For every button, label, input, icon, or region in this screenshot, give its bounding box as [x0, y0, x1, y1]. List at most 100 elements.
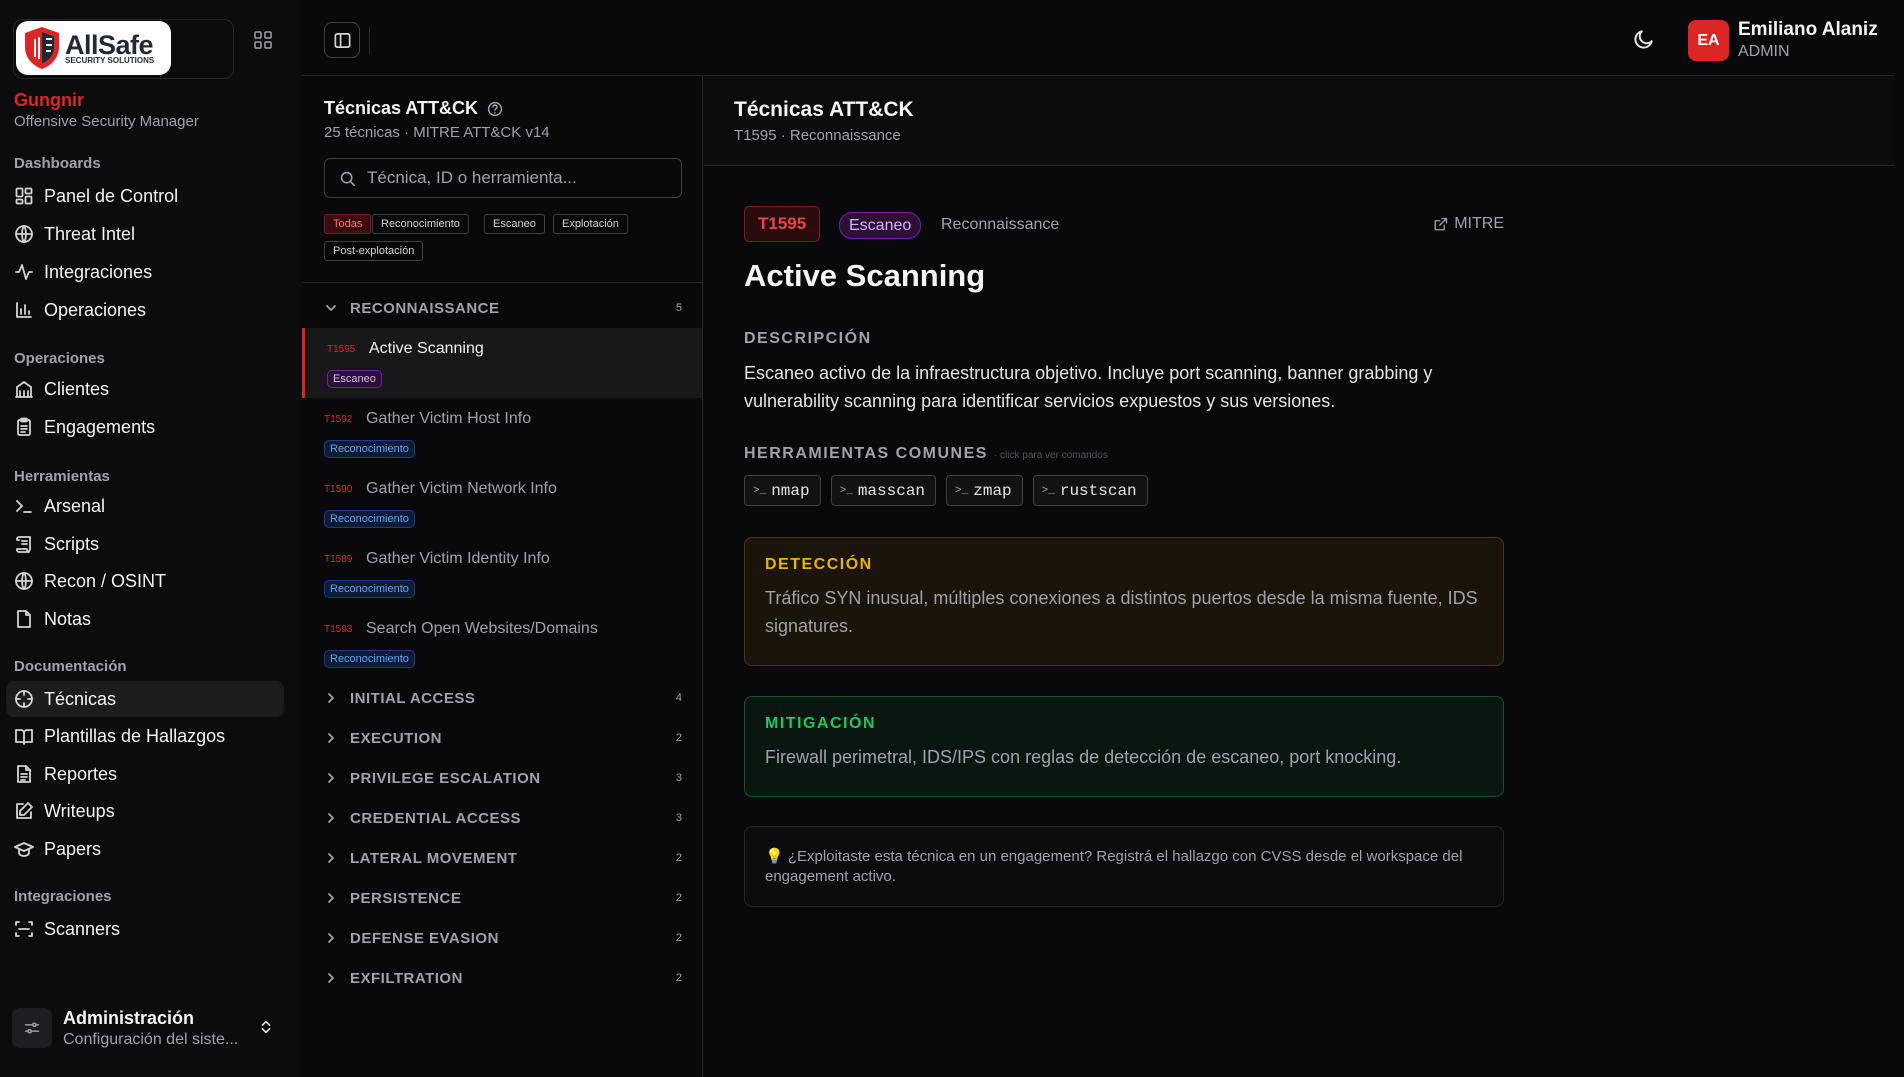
technique-id: T1593: [324, 624, 353, 635]
tool-chip-nmap[interactable]: >_ nmap: [744, 475, 821, 506]
filter-chip-todas[interactable]: Todas: [324, 214, 372, 234]
sidebar-item-panel-de-control[interactable]: Panel de Control: [6, 178, 284, 214]
nav-section-documentacion: Documentación: [14, 658, 127, 675]
allsafe-logo: AllSafe SECURITY SOLUTIONS: [16, 21, 171, 75]
category-privilege-escalation[interactable]: PRIVILEGE ESCALATION 3: [302, 758, 702, 798]
category-reconnaissance[interactable]: RECONNAISSANCE 5: [302, 288, 702, 328]
note-icon: [17, 610, 31, 628]
category-name: EXFILTRATION: [350, 969, 463, 987]
category-exfiltration[interactable]: EXFILTRATION 2: [302, 958, 702, 998]
nav-section-dashboards: Dashboards: [14, 155, 101, 172]
category-count: 5: [675, 302, 682, 314]
user-role: ADMIN: [1738, 43, 1790, 60]
technique-name: Gather Victim Identity Info: [366, 550, 550, 567]
tool-name: zmap: [973, 481, 1012, 500]
filter-chip-explotacion[interactable]: Explotación: [553, 214, 628, 234]
sidebar-item-label: Recon / OSINT: [44, 570, 167, 591]
technique-title: Active Scanning: [744, 258, 986, 293]
tool-chip-masscan[interactable]: >_ masscan: [830, 475, 937, 506]
terminal-icon: [16, 500, 32, 513]
sidebar-item-label: Notas: [44, 608, 92, 629]
org-switcher[interactable]: AllSafe SECURITY SOLUTIONS: [13, 19, 234, 79]
sidebar-item-scanners[interactable]: Scanners: [6, 911, 284, 947]
category-count: 4: [675, 692, 682, 704]
sidebar-item-writeups[interactable]: Writeups: [6, 793, 284, 829]
sidebar-item-label: Operaciones: [44, 299, 147, 320]
avatar[interactable]: EA: [1688, 20, 1729, 61]
technique-category-badge: Escaneo: [839, 212, 922, 239]
tip-box: 💡 ¿Exploitaste esta técnica en un engage…: [744, 826, 1504, 907]
category-defense-evasion[interactable]: DEFENSE EVASION 2: [302, 918, 702, 958]
technique-item-t1592[interactable]: T1592 Gather Victim Host Info Reconocimi…: [302, 398, 702, 468]
help-circle-icon[interactable]: [487, 101, 503, 117]
mitre-link[interactable]: MITRE: [1433, 215, 1504, 233]
mitigation-label: MITIGACIÓN: [765, 715, 876, 732]
category-execution[interactable]: EXECUTION 2: [302, 718, 702, 758]
sidebar-item-reportes[interactable]: Reportes: [6, 756, 284, 792]
category-name: DEFENSE EVASION: [350, 929, 499, 947]
technique-name: Gather Victim Network Info: [366, 480, 557, 497]
technique-id: T1590: [324, 484, 353, 495]
theme-toggle-moon-icon[interactable]: [1633, 28, 1655, 50]
description-label: DESCRIPCIÓN: [744, 330, 872, 347]
technique-item-t1590[interactable]: T1590 Gather Victim Network Info Reconoc…: [302, 468, 702, 538]
sidebar-item-clientes[interactable]: Clientes: [6, 371, 284, 407]
detail-header: Técnicas ATT&CK T1595 · Reconnaissance: [704, 75, 1894, 166]
chevron-down-icon: [326, 305, 336, 311]
tool-chip-zmap[interactable]: >_ zmap: [946, 475, 1023, 506]
category-lateral-movement[interactable]: LATERAL MOVEMENT 2: [302, 838, 702, 878]
crosshair-icon: [15, 690, 33, 708]
tool-chip-rustscan[interactable]: >_ rustscan: [1032, 475, 1148, 506]
sidebar-item-integraciones[interactable]: Integraciones: [6, 254, 284, 290]
sliders-icon: [12, 1008, 52, 1048]
search-input[interactable]: [367, 168, 667, 188]
filter-chip-escaneo[interactable]: Escaneo: [484, 214, 545, 234]
category-persistence[interactable]: PERSISTENCE 2: [302, 878, 702, 918]
sidebar-item-scripts[interactable]: Scripts: [6, 526, 284, 562]
technique-tactic: Reconnaissance: [941, 216, 1060, 233]
technique-item-t1593[interactable]: T1593 Search Open Websites/Domains Recon…: [302, 608, 702, 678]
detection-label: DETECCIÓN: [765, 556, 873, 573]
sidebar-item-notas[interactable]: Notas: [6, 601, 284, 637]
search-box[interactable]: [324, 158, 682, 198]
sidebar-item-operaciones[interactable]: Operaciones: [6, 292, 284, 328]
sidebar-item-label: Plantillas de Hallazgos: [44, 725, 226, 746]
technique-item-t1589[interactable]: T1589 Gather Victim Identity Info Recono…: [302, 538, 702, 608]
chevron-right-icon: [328, 813, 334, 823]
sidebar-item-label: Engagements: [44, 416, 156, 437]
category-count: 2: [675, 732, 682, 744]
sidebar-item-label: Clientes: [44, 378, 110, 399]
technique-badge: Reconocimiento: [324, 440, 415, 458]
technique-item-t1595[interactable]: T1595 Active Scanning Escaneo: [302, 328, 702, 398]
scan-icon: [15, 921, 33, 937]
sidebar-item-recon-osint[interactable]: Recon / OSINT: [6, 563, 284, 599]
category-credential-access[interactable]: CREDENTIAL ACCESS 3: [302, 798, 702, 838]
apps-grid-icon[interactable]: [253, 30, 273, 50]
list-divider: [302, 282, 702, 283]
sidebar-item-engagements[interactable]: Engagements: [6, 409, 284, 445]
technique-list-panel: Técnicas ATT&CK 25 técnicas · MITRE ATT&…: [302, 75, 703, 1077]
admin-menu[interactable]: Administración Configuración del siste..…: [12, 1002, 287, 1054]
category-name: PERSISTENCE: [350, 889, 462, 907]
list-subtitle: 25 técnicas · MITRE ATT&CK v14: [324, 124, 550, 141]
sidebar-item-threat-intel[interactable]: Threat Intel: [6, 216, 284, 252]
technique-badge: Reconocimiento: [324, 510, 415, 528]
sidebar-item-papers[interactable]: Papers: [6, 831, 284, 867]
admin-title: Administración: [63, 1007, 195, 1028]
sidebar-item-arsenal[interactable]: Arsenal: [6, 488, 284, 524]
globe-icon: [15, 225, 33, 243]
category-initial-access[interactable]: INITIAL ACCESS 4: [302, 678, 702, 718]
sidebar-item-plantillas-de-hallazgos[interactable]: Plantillas de Hallazgos: [6, 718, 284, 754]
sidebar-toggle-button[interactable]: [324, 22, 360, 58]
admin-subtitle: Configuración del siste...: [63, 1030, 239, 1048]
filter-chip-post-explotacion[interactable]: Post-explotación: [324, 241, 424, 261]
sidebar-item-label: Panel de Control: [44, 185, 179, 206]
panel-left-icon: [334, 32, 350, 48]
filter-chip-reconocimiento[interactable]: Reconocimiento: [372, 214, 469, 234]
sidebar-item-tecnicas[interactable]: Técnicas: [6, 681, 284, 717]
bar-chart-icon: [16, 302, 32, 318]
book-icon: [15, 729, 33, 745]
tool-name: nmap: [771, 481, 810, 500]
building-icon: [15, 381, 33, 398]
category-count: 3: [675, 772, 682, 784]
